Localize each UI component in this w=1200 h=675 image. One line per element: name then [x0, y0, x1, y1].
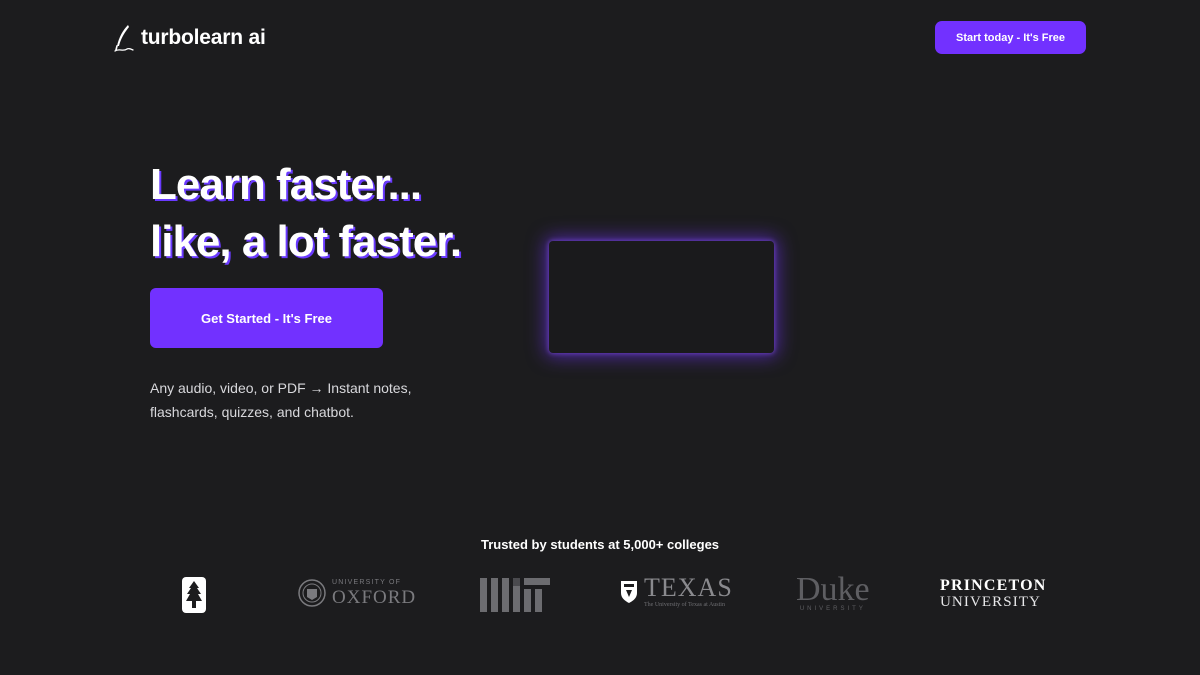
- quill-icon: [114, 25, 134, 52]
- brand-name: turbolearn ai: [141, 26, 266, 49]
- texas-shield-icon: [621, 580, 637, 603]
- trusted-heading: Trusted by students at 5,000+ colleges: [480, 537, 720, 552]
- hero-title-line2: like, a lot faster.: [150, 217, 462, 266]
- hero-subtitle-line1: Any audio, video, or PDF → Instant notes…: [150, 380, 412, 396]
- college-logo-princeton: PRINCETON UNIVERSITY: [940, 577, 1047, 611]
- site-header: turbolearn ai Start today - It's Free: [0, 0, 1200, 76]
- duke-small-text: UNIVERSITY: [799, 606, 866, 612]
- college-logo-texas: TEXAS The University of Texas at Austin: [620, 575, 733, 608]
- landing-page: turbolearn ai Start today - It's Free Le…: [0, 0, 1200, 675]
- hero-subtitle-line2: flashcards, quizzes, and chatbot.: [150, 404, 354, 420]
- college-logo-mit: [480, 576, 550, 614]
- princeton-line2: UNIVERSITY: [940, 594, 1041, 610]
- brand-logo[interactable]: turbolearn ai: [113, 22, 266, 54]
- demo-video-player[interactable]: [549, 241, 774, 353]
- college-logos: UNIVERSITY OF OXFORD TEXAS The Universit…: [0, 572, 1200, 618]
- texas-big-text: TEXAS: [644, 573, 733, 602]
- hero-title: Learn faster... like, a lot faster.: [150, 156, 570, 270]
- oxford-big-text: OXFORD: [332, 587, 417, 608]
- texas-small-text: The University of Texas at Austin: [644, 602, 725, 608]
- hero-title-line1: Learn faster...: [150, 160, 422, 209]
- hero-subtitle: Any audio, video, or PDF → Instant notes…: [150, 376, 450, 424]
- duke-big-text: Duke: [796, 571, 870, 608]
- stanford-tree-icon: [182, 577, 206, 613]
- college-logo-duke: Duke UNIVERSITY: [796, 571, 870, 613]
- oxford-small-text: UNIVERSITY OF: [332, 579, 402, 586]
- princeton-line1: PRINCETON: [940, 577, 1047, 594]
- college-logo-stanford: [181, 576, 207, 614]
- college-logo-oxford: UNIVERSITY OF OXFORD: [298, 577, 416, 609]
- oxford-crest-icon: [298, 579, 326, 607]
- mit-logo-icon: [480, 578, 550, 612]
- start-today-button[interactable]: Start today - It's Free: [935, 21, 1086, 54]
- get-started-button[interactable]: Get Started - It's Free: [150, 288, 383, 348]
